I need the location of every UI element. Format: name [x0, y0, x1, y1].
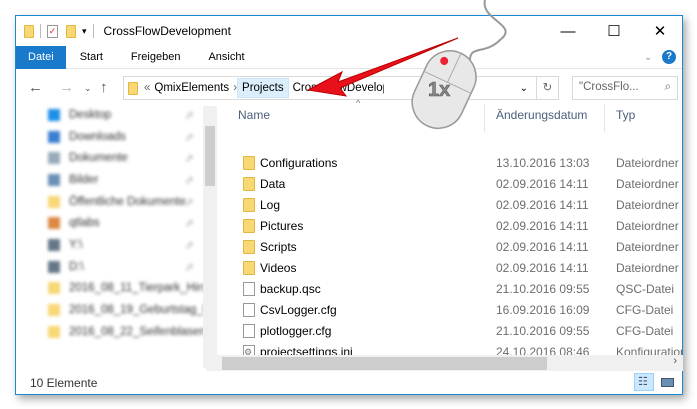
- click-count-label: 1x: [428, 79, 450, 101]
- mouse-cable: [469, 0, 507, 61]
- annotation-overlay: 1x: [306, 0, 507, 130]
